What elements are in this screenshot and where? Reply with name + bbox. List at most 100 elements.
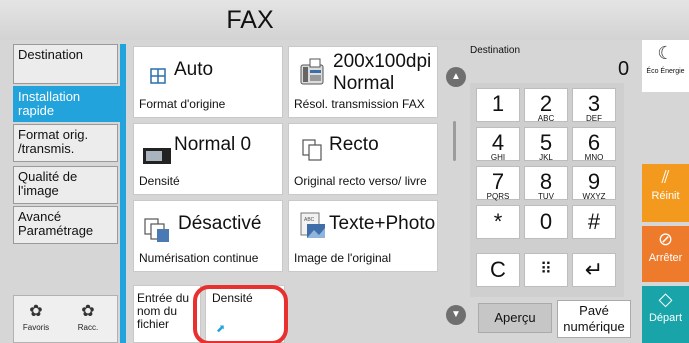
tile-label: Format d'origine <box>139 97 226 111</box>
resolution-tile[interactable]: 200x100dpi Normal Résol. transmission FA… <box>288 46 438 118</box>
key-letters: GHI <box>490 153 506 162</box>
continuous-scan-tile[interactable]: Désactivé Numérisation continue <box>133 200 283 272</box>
preview-button[interactable]: Aperçu <box>478 303 552 333</box>
key-1[interactable]: 1 <box>476 88 520 122</box>
enter-key[interactable]: ↵ <box>572 253 616 287</box>
key-digit: 9 <box>587 169 601 194</box>
key-digit: # <box>587 209 601 234</box>
tab-advanced-setup[interactable]: Avancé Paramétrage <box>13 206 118 244</box>
key-digit: 3 <box>587 91 601 116</box>
numpad-button[interactable]: Pavé numérique <box>557 300 631 338</box>
start-icon: ◇ <box>658 289 673 309</box>
stop-button[interactable]: ⊘ Arrêter <box>642 226 689 282</box>
key-letters: TUV <box>538 192 554 201</box>
key-8[interactable]: 8 TUV <box>524 166 568 201</box>
tab-label: Destination <box>18 47 84 62</box>
tile-label: Densité <box>139 174 180 188</box>
file-name-tile[interactable]: Entrée du nom du fichier <box>133 285 201 343</box>
tab-destination[interactable]: Destination <box>13 44 118 84</box>
shortcut-button[interactable]: ✿ Racc. <box>70 301 106 341</box>
grid-key[interactable]: ⠿ <box>524 253 568 287</box>
duplex-icon <box>302 139 322 161</box>
key-star[interactable]: * <box>476 205 520 239</box>
key-digit: 2 <box>539 91 553 116</box>
key-2[interactable]: 2 ABC <box>524 88 568 123</box>
eco-energy-button[interactable]: ☾ Éco Énergie <box>642 40 689 92</box>
key-digit: 6 <box>587 130 601 155</box>
stop-icon: ⊘ <box>657 229 674 249</box>
tile-value: Recto <box>329 134 379 155</box>
key-digit: 8 <box>539 169 553 194</box>
key-9[interactable]: 9 WXYZ <box>572 166 616 201</box>
favorites-label: Favoris <box>22 323 50 332</box>
tile-value: Désactivé <box>178 213 262 234</box>
density-icon <box>143 148 171 164</box>
key-letters: DEF <box>586 114 602 123</box>
key-4[interactable]: 4 GHI <box>476 127 520 162</box>
preview-label: Aperçu <box>494 310 536 325</box>
shortcut-label: Racc. <box>77 323 99 332</box>
original-format-tile[interactable]: Auto Format d'origine <box>133 46 283 118</box>
key-0[interactable]: 0 <box>524 205 568 239</box>
key-5[interactable]: 5 JKL <box>524 127 568 162</box>
key-digit: * <box>493 209 503 234</box>
tile-label: Original recto verso/ livre <box>294 174 427 188</box>
key-7[interactable]: 7 PQRS <box>476 166 520 201</box>
tab-original-format[interactable]: Format orig. /transmis. <box>13 124 118 162</box>
tile-value: Auto <box>174 59 214 80</box>
enter-icon: ↵ <box>584 257 604 282</box>
reset-icon: ⫽ <box>661 167 670 187</box>
scroll-up-button[interactable]: ▲ <box>446 67 466 87</box>
key-6[interactable]: 6 MNO <box>572 127 616 162</box>
scroll-down-button[interactable]: ▼ <box>446 305 466 325</box>
tab-image-quality[interactable]: Qualité de l'image <box>13 166 118 204</box>
scrollbar[interactable] <box>453 121 456 161</box>
key-digit: 4 <box>491 130 505 155</box>
key-letters: PQRS <box>486 192 510 201</box>
active-tab-strip <box>120 44 126 343</box>
start-label: Départ <box>648 312 683 324</box>
destination-label: Destination <box>470 45 521 56</box>
start-button[interactable]: ◇ Départ <box>642 286 689 343</box>
reset-label: Réinit <box>651 190 680 202</box>
tile-label: Résol. transmission FAX <box>294 97 425 111</box>
gear-icon: ✿ <box>81 303 95 320</box>
highlight-ring <box>193 285 288 343</box>
key-hash[interactable]: # <box>572 205 616 239</box>
clear-key[interactable]: C <box>476 253 520 287</box>
favorites-button[interactable]: ✿ Favoris <box>18 301 54 341</box>
reset-button[interactable]: ⫽ Réinit <box>642 164 689 222</box>
tile-value: 200x100dpi Normal <box>333 51 432 94</box>
stop-label: Arrêter <box>648 252 683 264</box>
key-letters: JKL <box>539 153 553 162</box>
tile-value: Texte+Photo <box>329 213 436 234</box>
key-digit: 7 <box>491 169 505 194</box>
tile-value: Normal 0 <box>174 134 252 155</box>
moon-icon: ☾ <box>657 43 674 63</box>
original-image-tile[interactable]: ABC Texte+Photo Image de l'original <box>288 200 438 272</box>
tab-quick-setup[interactable]: Installation rapide <box>13 86 121 122</box>
svg-text:ABC: ABC <box>304 217 315 223</box>
tile-label: Image de l'original <box>294 251 392 265</box>
tab-label: Format orig. /transmis. <box>18 127 89 156</box>
eco-label: Éco Énergie <box>646 68 685 75</box>
numpad-label: Pavé numérique <box>563 303 625 334</box>
clear-label: C <box>490 257 506 282</box>
key-letters: WXYZ <box>582 192 606 201</box>
key-letters: MNO <box>584 153 604 162</box>
grid-icon: ⠿ <box>540 261 552 278</box>
tile-label: Numérisation continue <box>139 251 259 265</box>
destination-count: 0 <box>618 58 630 80</box>
key-3[interactable]: 3 DEF <box>572 88 616 123</box>
tab-label: Qualité de l'image <box>18 169 78 198</box>
tile-label: Entrée du nom du fichier <box>137 291 190 331</box>
key-digit: 5 <box>539 130 553 155</box>
gear-icon: ✿ <box>29 303 43 320</box>
key-digit: 0 <box>539 209 553 234</box>
density-tile[interactable]: Normal 0 Densité <box>133 123 283 195</box>
fax-machine-icon <box>300 58 324 85</box>
page-size-icon <box>150 68 166 84</box>
chevron-up-icon: ▲ <box>451 71 461 82</box>
duplex-tile[interactable]: Recto Original recto verso/ livre <box>288 123 438 195</box>
text-photo-icon: ABC <box>300 212 325 238</box>
